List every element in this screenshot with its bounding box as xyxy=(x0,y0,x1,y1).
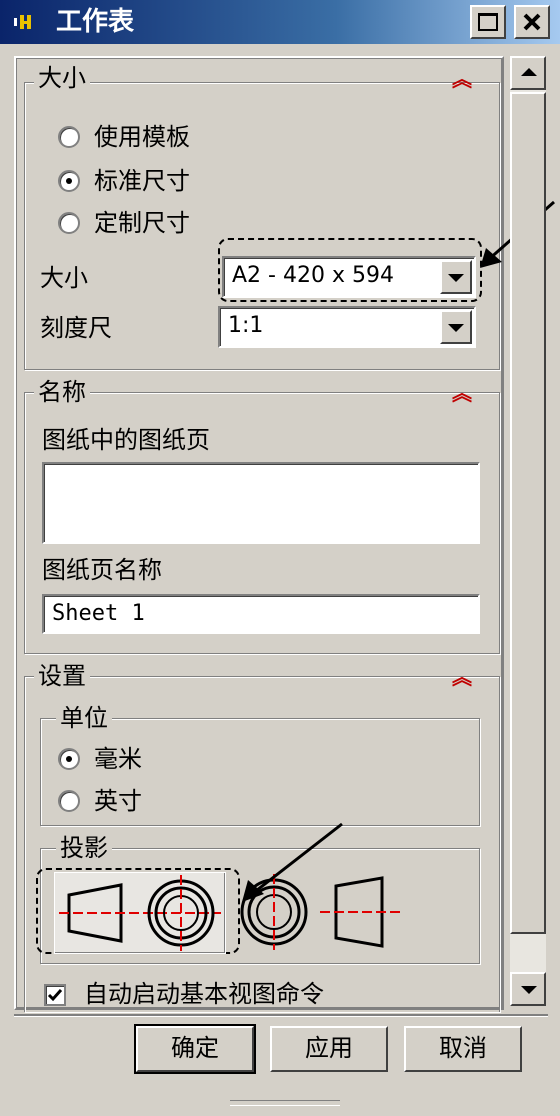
radio-use-template[interactable] xyxy=(58,126,80,148)
scroll-up-button[interactable] xyxy=(510,56,546,90)
first-angle-projection-icon xyxy=(59,875,221,951)
restore-button[interactable] xyxy=(470,5,506,39)
chevron-down-icon xyxy=(521,986,537,994)
resize-grip[interactable] xyxy=(230,1100,340,1106)
radio-custom-size[interactable] xyxy=(58,212,80,234)
size-dropdown-button[interactable] xyxy=(440,260,472,294)
radio-use-template-label: 使用模板 xyxy=(94,123,190,151)
radio-inch[interactable] xyxy=(58,790,80,812)
restore-icon xyxy=(478,13,498,31)
ok-button[interactable]: 确定 xyxy=(134,1024,256,1074)
scale-dropdown-button[interactable] xyxy=(440,310,472,344)
sheet-name-value: Sheet 1 xyxy=(52,601,145,626)
chevron-up-icon xyxy=(521,68,537,76)
annotation-arrow xyxy=(242,822,343,902)
scale-dropdown-value: 1:1 xyxy=(228,313,264,338)
settings-section-title: 设置 xyxy=(34,662,90,690)
first-angle-projection-button[interactable] xyxy=(54,872,226,954)
size-dropdown[interactable]: A2 - 420 x 594 xyxy=(222,256,476,298)
auto-start-label: 自动启动基本视图命令 xyxy=(84,980,324,1008)
cancel-button[interactable]: 取消 xyxy=(404,1026,522,1072)
projection-title: 投影 xyxy=(56,834,112,862)
sheets-list[interactable] xyxy=(42,462,480,544)
divider xyxy=(14,1014,548,1017)
auto-start-checkbox[interactable] xyxy=(44,984,66,1006)
scale-label: 刻度尺 xyxy=(40,314,112,342)
radio-custom-size-label: 定制尺寸 xyxy=(94,209,190,237)
collapse-name-icon[interactable]: ︽ xyxy=(452,383,472,403)
units-title: 单位 xyxy=(56,704,112,732)
sheet-name-label: 图纸页名称 xyxy=(42,556,162,584)
sheets-in-drawing-label: 图纸中的图纸页 xyxy=(42,426,210,454)
size-section-title: 大小 xyxy=(34,64,90,92)
size-label: 大小 xyxy=(40,264,88,292)
radio-inch-label: 英寸 xyxy=(94,787,142,815)
checkmark-icon xyxy=(47,989,63,1002)
close-icon xyxy=(523,13,541,31)
name-section-title: 名称 xyxy=(34,378,90,406)
scale-dropdown[interactable]: 1:1 xyxy=(218,306,476,348)
chevron-down-icon xyxy=(448,274,464,282)
scroll-thumb[interactable] xyxy=(510,92,546,934)
close-button[interactable] xyxy=(514,5,550,39)
chevron-down-icon xyxy=(448,324,464,332)
scroll-down-button[interactable] xyxy=(510,972,546,1006)
collapse-settings-icon[interactable]: ︽ xyxy=(452,667,472,687)
title-bar: 工作表 xyxy=(0,0,560,44)
radio-millimeter[interactable] xyxy=(58,748,80,770)
collapse-size-icon[interactable]: ︽ xyxy=(452,69,472,89)
window-title: 工作表 xyxy=(56,7,135,37)
size-dropdown-value: A2 - 420 x 594 xyxy=(232,263,394,288)
radio-millimeter-label: 毫米 xyxy=(94,745,142,773)
radio-standard-size[interactable] xyxy=(58,170,80,192)
radio-standard-size-label: 标准尺寸 xyxy=(94,167,190,195)
sheet-name-input[interactable]: Sheet 1 xyxy=(42,594,480,634)
apply-button[interactable]: 应用 xyxy=(270,1026,388,1072)
sheet-icon xyxy=(14,15,31,29)
